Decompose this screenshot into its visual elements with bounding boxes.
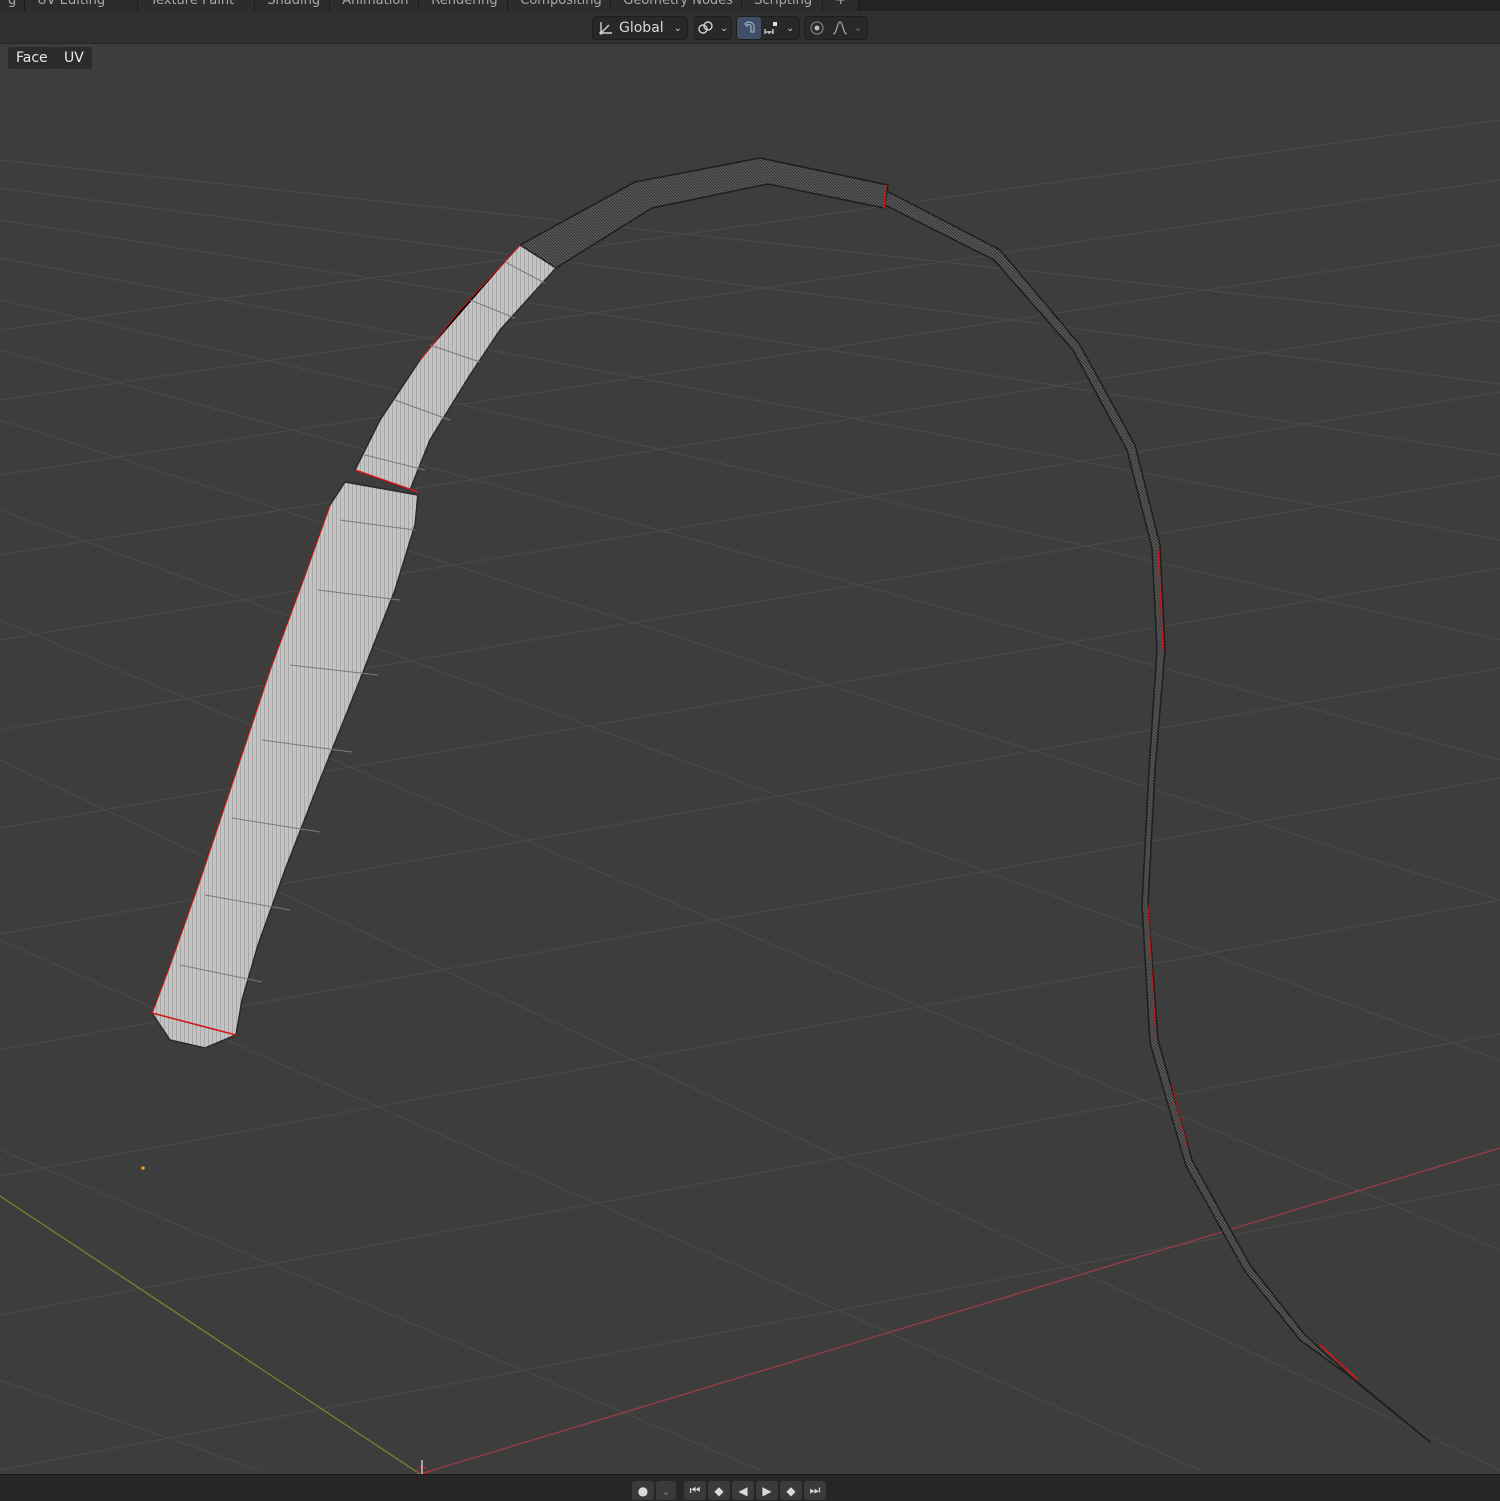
- falloff-curve-icon[interactable]: [829, 17, 851, 39]
- tab-animation[interactable]: Animation: [330, 0, 420, 11]
- proportional-group: ⌄: [804, 16, 868, 40]
- 3d-viewport[interactable]: Face UV: [0, 44, 1500, 1474]
- orientation-dropdown[interactable]: Global ⌄: [592, 16, 688, 40]
- next-keyframe-icon[interactable]: ◆: [780, 1481, 802, 1500]
- tab-shading[interactable]: Shading: [255, 0, 331, 11]
- workspace-tabs: g UV Editing Texture Paint Shading Anima…: [0, 0, 1500, 11]
- orientation-label: Global: [619, 20, 664, 36]
- transform-orientation-icon: [593, 17, 619, 39]
- viewport-header: Global ⌄ ⌄ ⌄ ⌄: [0, 11, 1500, 44]
- face-menu[interactable]: Face: [8, 47, 56, 69]
- tab-partial[interactable]: g: [0, 0, 26, 11]
- prev-keyframe-icon[interactable]: ◆: [708, 1481, 730, 1500]
- tab-geometry-nodes[interactable]: Geometry Nodes: [611, 0, 743, 11]
- snap-increment-icon[interactable]: [761, 17, 783, 39]
- play-icon[interactable]: ▶: [756, 1481, 778, 1500]
- floor-grid: [0, 119, 1500, 1471]
- whip-handle-mesh: [151, 261, 546, 1049]
- record-icon[interactable]: ●: [632, 1481, 654, 1500]
- magnet-snap-icon[interactable]: [737, 17, 761, 39]
- chevron-down-icon[interactable]: ⌄: [656, 1481, 676, 1500]
- viewport-canvas[interactable]: [0, 44, 1500, 1474]
- whip-upper-mesh: [353, 157, 889, 493]
- y-axis-line: [0, 1195, 421, 1474]
- chevron-down-icon: ⌄: [720, 22, 729, 34]
- chevron-down-icon[interactable]: ⌄: [854, 23, 862, 34]
- tab-rendering[interactable]: Rendering: [419, 0, 509, 11]
- tab-texture-paint[interactable]: Texture Paint: [138, 0, 256, 11]
- proportional-edit-icon[interactable]: [805, 17, 829, 39]
- pivot-point-dropdown[interactable]: ⌄: [694, 16, 732, 40]
- origin-dot: [141, 1166, 145, 1170]
- whip-lash-mesh: [882, 188, 1431, 1443]
- chevron-down-icon[interactable]: ⌄: [786, 23, 794, 34]
- tab-scripting[interactable]: Scripting: [742, 0, 824, 11]
- chevron-down-icon: ⌄: [673, 22, 683, 34]
- add-workspace-button[interactable]: +: [823, 0, 860, 11]
- uv-menu[interactable]: UV: [56, 47, 92, 69]
- jump-end-icon[interactable]: ⏭: [804, 1481, 826, 1500]
- jump-start-icon[interactable]: ⏮: [684, 1481, 706, 1500]
- timeline-bar: ● ⌄ ⏮ ◆ ◀ ▶ ◆ ⏭: [0, 1474, 1500, 1501]
- tab-compositing[interactable]: Compositing: [508, 0, 612, 11]
- snapping-group: ⌄: [736, 16, 800, 40]
- play-reverse-icon[interactable]: ◀: [732, 1481, 754, 1500]
- pivot-link-icon: [695, 17, 717, 39]
- tab-uv-editing[interactable]: UV Editing: [25, 0, 139, 11]
